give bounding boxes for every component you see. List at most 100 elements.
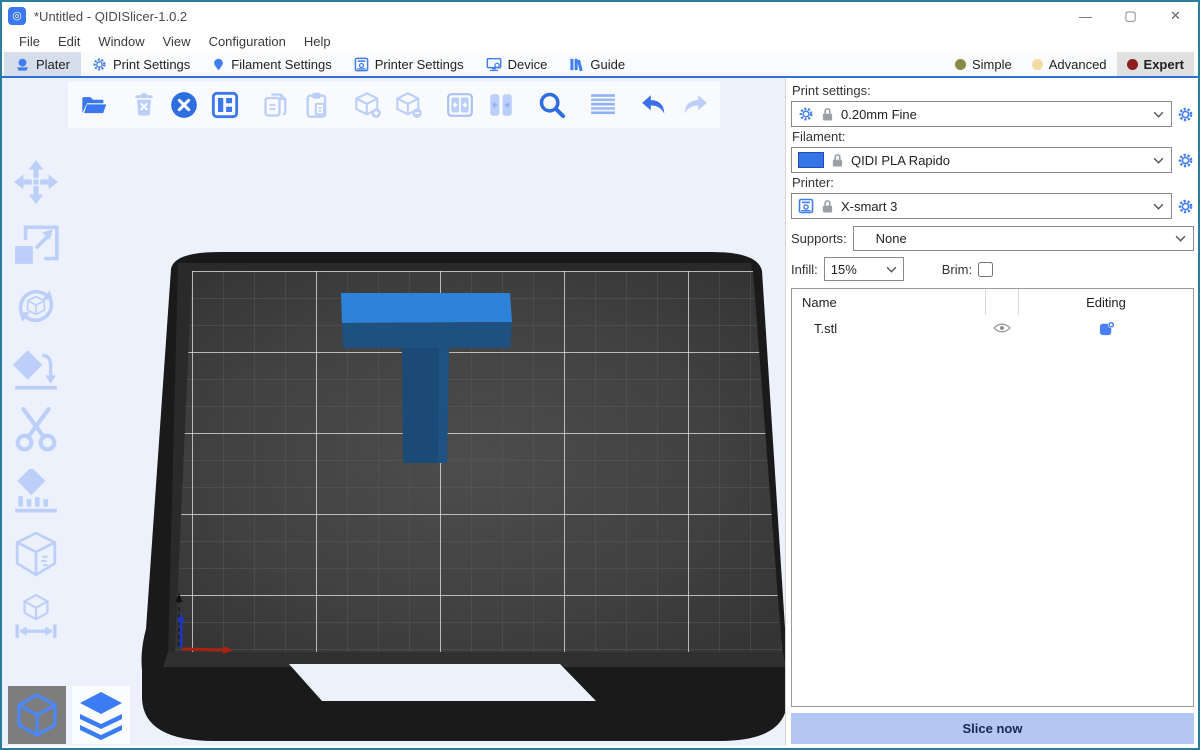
filament-value: QIDI PLA Rapido [851, 153, 1146, 168]
expert-dot-icon [1127, 59, 1138, 70]
column-name: Name [792, 295, 985, 310]
device-monitor-icon [486, 57, 502, 72]
print-settings-gear-button[interactable] [1176, 105, 1194, 123]
object-row[interactable]: T.stl [792, 315, 1193, 341]
rotate-button[interactable] [12, 282, 60, 330]
view-mode-switcher [8, 686, 130, 744]
brim-checkbox[interactable] [978, 262, 993, 277]
object-name: T.stl [792, 321, 985, 336]
advanced-dot-icon [1032, 59, 1043, 70]
printer-combo[interactable]: X-smart 3 [791, 193, 1172, 219]
lock-icon [821, 107, 834, 122]
filament-combo[interactable]: QIDI PLA Rapido [791, 147, 1172, 173]
minimize-button[interactable]: — [1063, 2, 1108, 30]
maximize-button[interactable]: ▢ [1108, 2, 1153, 30]
copy-button[interactable] [262, 91, 290, 119]
eye-icon[interactable] [993, 322, 1011, 334]
place-on-face-button[interactable] [12, 344, 60, 392]
filament-icon [212, 57, 225, 72]
cut-button[interactable] [12, 406, 60, 454]
infill-combo[interactable]: 15% [824, 257, 904, 281]
lock-icon [821, 199, 834, 214]
slice-now-button[interactable]: Slice now [791, 713, 1194, 744]
menu-view[interactable]: View [154, 34, 200, 49]
chevron-down-icon [1153, 203, 1164, 210]
print-settings-label: Print settings: [792, 83, 1194, 98]
delete-all-button[interactable] [170, 91, 198, 119]
print-bed-scene[interactable] [2, 78, 785, 746]
infill-label: Infill: [791, 262, 818, 277]
open-button[interactable] [80, 91, 108, 119]
app-window: ◎ *Untitled - QIDISlicer-1.0.2 — ▢ ✕ Fil… [0, 0, 1200, 750]
mode-advanced[interactable]: Advanced [1022, 52, 1117, 76]
redo-button[interactable] [681, 91, 709, 119]
menu-help[interactable]: Help [295, 34, 340, 49]
brim-label: Brim: [942, 262, 972, 277]
cube-icon [13, 691, 61, 739]
plater-toolbar [68, 82, 720, 128]
chevron-down-icon [1175, 235, 1186, 242]
menu-edit[interactable]: Edit [49, 34, 89, 49]
remove-instance-button[interactable] [395, 91, 423, 119]
app-logo-icon: ◎ [8, 7, 26, 25]
close-button[interactable]: ✕ [1153, 2, 1198, 30]
infill-value: 15% [831, 262, 882, 277]
print-settings-value: 0.20mm Fine [841, 107, 1146, 122]
filament-gear-button[interactable] [1176, 151, 1194, 169]
split-to-parts-button[interactable] [487, 91, 515, 119]
undo-button[interactable] [640, 91, 668, 119]
settings-panel: Print settings: 0.20mm Fine Filament: QI… [786, 78, 1198, 746]
gear-icon [1177, 198, 1194, 215]
arrange-button[interactable] [211, 91, 239, 119]
add-instance-button[interactable] [354, 91, 382, 119]
move-button[interactable] [12, 158, 60, 206]
tab-device[interactable]: Device [475, 52, 559, 76]
printer-icon [798, 198, 814, 214]
printer-value: X-smart 3 [841, 199, 1146, 214]
mode-group: Simple Advanced Expert [945, 52, 1198, 76]
gear-icon [1177, 106, 1194, 123]
bed-handle-cutout [289, 664, 596, 701]
plater-icon [15, 57, 30, 72]
supports-value: None [860, 231, 1168, 246]
tab-plater[interactable]: Plater [4, 52, 81, 76]
chevron-down-icon [1153, 111, 1164, 118]
title-bar: ◎ *Untitled - QIDISlicer-1.0.2 — ▢ ✕ [2, 2, 1198, 30]
paste-button[interactable] [303, 91, 331, 119]
simple-dot-icon [955, 59, 966, 70]
print-settings-combo[interactable]: 0.20mm Fine [791, 101, 1172, 127]
3d-viewport[interactable] [2, 78, 786, 746]
3d-editor-view-button[interactable] [8, 686, 66, 744]
tab-guide[interactable]: Guide [558, 52, 636, 76]
variable-layer-height-button[interactable] [589, 91, 617, 119]
printer-gear-button[interactable] [1176, 197, 1194, 215]
column-editing: Editing [1019, 295, 1193, 310]
menu-bar: File Edit Window View Configuration Help [2, 30, 1198, 52]
menu-file[interactable]: File [10, 34, 49, 49]
search-button[interactable] [538, 91, 566, 119]
delete-button[interactable] [131, 91, 157, 119]
seam-painting-button[interactable] [12, 530, 60, 578]
menu-configuration[interactable]: Configuration [200, 34, 295, 49]
tab-bar: Plater Print Settings Filament Settings … [2, 52, 1198, 78]
paint-on-supports-button[interactable] [12, 468, 60, 516]
split-to-objects-button[interactable] [446, 91, 474, 119]
menu-window[interactable]: Window [89, 34, 153, 49]
mode-expert[interactable]: Expert [1117, 52, 1194, 76]
layers-icon [76, 690, 126, 740]
tab-printer-settings[interactable]: Printer Settings [343, 52, 475, 76]
edit-object-icon[interactable] [1098, 320, 1115, 337]
mode-simple[interactable]: Simple [945, 52, 1022, 76]
tab-print-settings[interactable]: Print Settings [81, 52, 201, 76]
supports-combo[interactable]: None [853, 226, 1194, 251]
gear-icon [1177, 152, 1194, 169]
scale-button[interactable] [12, 220, 60, 268]
tab-filament-settings[interactable]: Filament Settings [201, 52, 342, 76]
gizmo-toolbar [8, 158, 64, 640]
measure-button[interactable] [12, 592, 60, 640]
preview-view-button[interactable] [72, 686, 130, 744]
printer-label: Printer: [792, 175, 1194, 190]
filament-label: Filament: [792, 129, 1194, 144]
object-list: Name Editing T.stl [791, 288, 1194, 707]
guide-books-icon [569, 57, 584, 72]
